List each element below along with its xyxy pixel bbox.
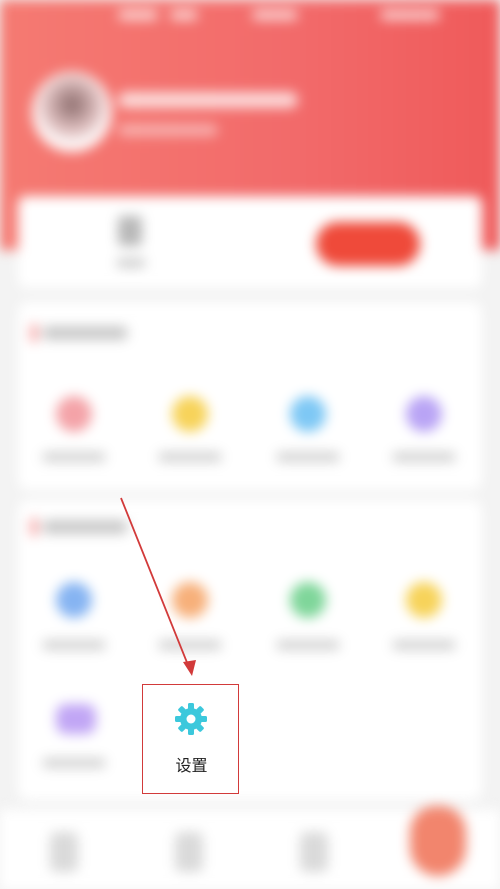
tile-icon[interactable] — [406, 396, 442, 432]
status-bar — [0, 0, 500, 30]
member-icon[interactable] — [118, 216, 142, 246]
tile-label-placeholder — [42, 452, 106, 462]
member-label-placeholder — [116, 258, 146, 268]
tab-item[interactable] — [300, 832, 328, 872]
floating-action-button[interactable] — [410, 806, 466, 876]
app-screen: 设置 — [0, 0, 500, 889]
user-subtitle-placeholder — [118, 124, 218, 136]
tile-icon[interactable] — [172, 396, 208, 432]
tile-icon[interactable] — [290, 396, 326, 432]
tile-label-placeholder — [42, 758, 106, 768]
gear-icon — [175, 703, 207, 735]
status-indicator — [380, 10, 440, 20]
settings-button[interactable]: 设置 — [142, 684, 239, 794]
settings-label: 设置 — [175, 756, 208, 775]
tile-label-placeholder — [158, 640, 222, 650]
tile-icon[interactable] — [56, 704, 96, 734]
status-indicator — [252, 10, 298, 20]
tile-label-placeholder — [276, 640, 340, 650]
tile-label-placeholder — [392, 452, 456, 462]
tile-label-placeholder — [42, 640, 106, 650]
section-title-marker — [32, 518, 36, 536]
tile-icon[interactable] — [56, 396, 92, 432]
tile-icon[interactable] — [172, 582, 208, 618]
tile-label-placeholder — [392, 640, 456, 650]
tab-item[interactable] — [175, 832, 203, 872]
section-card-2 — [18, 500, 482, 800]
section-title-marker — [32, 324, 36, 342]
blurred-background — [0, 0, 500, 889]
tile-label-placeholder — [276, 452, 340, 462]
tile-icon[interactable] — [290, 582, 326, 618]
username-placeholder — [118, 92, 298, 108]
tile-icon[interactable] — [406, 582, 442, 618]
tile-label-placeholder — [158, 452, 222, 462]
section-title-placeholder — [42, 326, 128, 340]
tab-item[interactable] — [50, 832, 78, 872]
status-indicator — [118, 10, 158, 20]
section-title-placeholder — [42, 520, 128, 534]
status-indicator — [170, 10, 198, 20]
action-pill-button[interactable] — [316, 222, 420, 266]
avatar[interactable] — [32, 72, 112, 152]
tile-icon[interactable] — [56, 582, 92, 618]
